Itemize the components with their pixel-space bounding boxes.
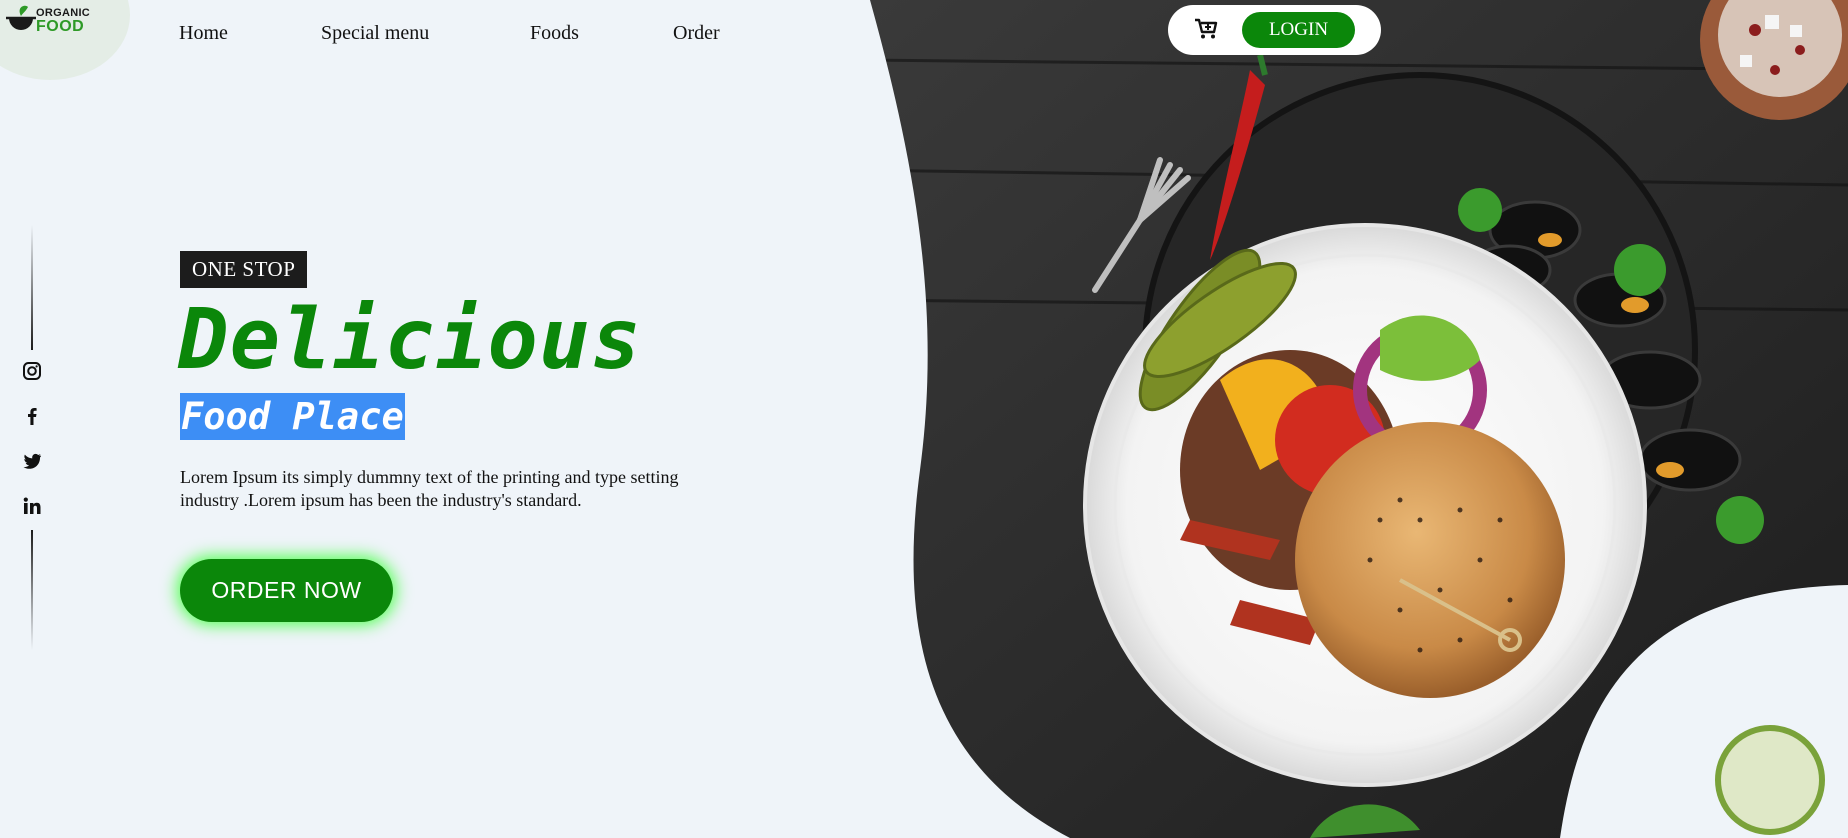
hero-food-image — [860, 0, 1848, 838]
order-now-button[interactable]: ORDER NOW — [180, 559, 393, 622]
logo-text-bottom: FOOD — [36, 18, 85, 35]
leaf-bowl-icon — [6, 5, 36, 30]
nav-order[interactable]: Order — [673, 22, 720, 45]
nav-foods[interactable]: Foods — [530, 22, 579, 45]
brand-logo[interactable]: ORGANIC FOOD — [6, 4, 106, 36]
instagram-icon[interactable] — [21, 360, 43, 382]
cart-plus-icon[interactable] — [1194, 18, 1218, 40]
rail-divider-bottom — [31, 530, 33, 650]
twitter-icon[interactable] — [21, 450, 43, 472]
rail-divider-top — [31, 225, 33, 350]
hero-subhead: Food Place — [180, 393, 405, 440]
login-button[interactable]: LOGIN — [1242, 12, 1355, 48]
hero-description: Lorem Ipsum its simply dummny text of th… — [180, 467, 679, 510]
facebook-icon[interactable] — [21, 405, 43, 427]
account-bar: LOGIN — [1168, 5, 1381, 55]
nav-home[interactable]: Home — [179, 22, 228, 45]
hero-headline: Delicious — [178, 290, 643, 388]
linkedin-icon[interactable] — [21, 495, 43, 517]
nav-special-menu[interactable]: Special menu — [321, 22, 429, 45]
hero-badge: ONE STOP — [180, 251, 308, 288]
